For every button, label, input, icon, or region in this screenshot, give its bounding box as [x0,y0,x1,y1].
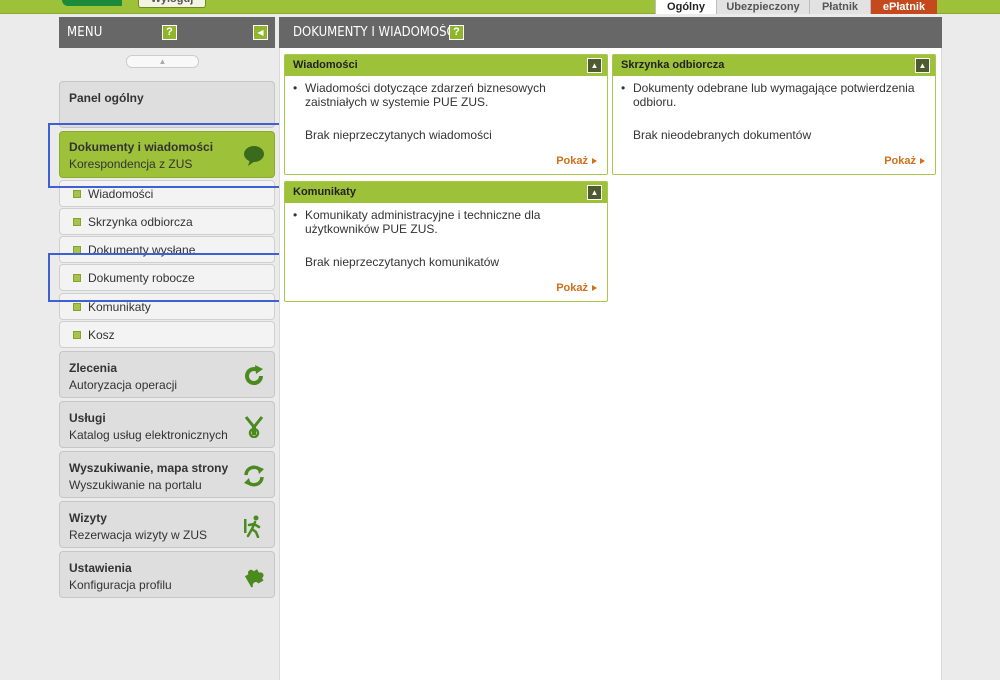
announcements-description: • Komunikaty administracyjne i techniczn… [293,208,597,236]
menu-panel-general-label: Panel ogólny [69,91,144,105]
scroll-up-button[interactable]: ▲ [126,55,199,68]
tab-platnik[interactable]: Płatnik [809,0,870,14]
menu-documents-subtitle: Korespondencja z ZUS [69,157,193,171]
submenu-announcements[interactable]: Komunikaty [59,293,275,320]
sync-icon [244,465,264,487]
tab-ubezpieczony[interactable]: Ubezpieczony [716,0,809,14]
menu-orders[interactable]: Zlecenia Autoryzacja operacji [59,351,275,398]
tab-ogolny[interactable]: Ogólny [655,0,716,14]
messages-panel-header: Wiadomości ▲ [285,55,607,76]
messages-empty-text: Brak nieprzeczytanych wiadomości [305,128,492,142]
collapse-panel-icon[interactable]: ▲ [587,58,602,73]
bullet-square [73,190,81,198]
menu-panel-general[interactable]: Panel ogólny [59,81,275,128]
show-link-label: Pokaż [556,155,588,167]
menu-visits-title: Wizyty [69,511,107,525]
inbox-panel: Skrzynka odbiorcza ▲ • Dokumenty odebran… [612,54,936,175]
arrow-right-icon [920,158,925,165]
refresh-arrow-icon [245,365,264,386]
submenu-sent-label: Dokumenty wysłane [88,243,196,257]
tab-eplatnik[interactable]: ePłatnik [870,0,937,14]
messages-panel: Wiadomości ▲ • Wiadomości dotyczące zdar… [284,54,608,175]
menu-services[interactable]: Usługi Katalog usług elektronicznych [59,401,275,448]
menu-documents-title: Dokumenty i wiadomości [69,140,214,154]
bullet-dot: • [293,208,298,222]
arrow-right-icon [592,285,597,292]
menu-services-subtitle: Katalog usług elektronicznych [69,428,228,442]
inbox-empty-text: Brak nieodebranych dokumentów [633,128,812,142]
collapse-menu-icon[interactable]: ◀ [253,25,268,40]
announcements-panel: Komunikaty ▲ • Komunikaty administracyjn… [284,181,608,302]
menu-orders-title: Zlecenia [69,361,118,375]
menu-search[interactable]: Wyszukiwanie, mapa strony Wyszukiwanie n… [59,451,275,498]
top-tabs: Ogólny Ubezpieczony Płatnik ePłatnik [655,0,937,14]
announcements-panel-title: Komunikaty [293,186,356,198]
bullet-dot: • [621,81,626,95]
walking-person-icon [244,515,261,538]
inbox-description: • Dokumenty odebrane lub wymagające potw… [621,81,925,109]
arrow-right-icon [592,158,597,165]
submenu-trash[interactable]: Kosz [59,321,275,348]
submenu-sent[interactable]: Dokumenty wysłane [59,236,275,263]
menu-settings-title: Ustawienia [69,561,132,575]
messages-description-text: Wiadomości dotyczące zdarzeń biznesowych… [305,81,546,109]
main-help-icon[interactable]: ? [449,25,464,40]
bullet-square [73,303,81,311]
messages-panel-title: Wiadomości [293,59,358,71]
submenu-messages[interactable]: Wiadomości [59,180,275,207]
logout-button[interactable]: Wyloguj [138,0,206,8]
menu-settings-subtitle: Konfiguracja profilu [69,578,172,592]
inbox-show-link[interactable]: Pokaż [884,155,925,167]
submenu-drafts-label: Dokumenty robocze [88,271,195,285]
menu-search-subtitle: Wyszukiwanie na portalu [69,478,202,492]
menu-title: MENU [67,25,103,40]
menu-documents[interactable]: Dokumenty i wiadomości Korespondencja z … [59,131,275,178]
submenu-trash-label: Kosz [88,328,115,342]
bullet-square [73,218,81,226]
menu-search-title: Wyszukiwanie, mapa strony [69,461,229,475]
inbox-panel-header: Skrzynka odbiorcza ▲ [613,55,935,76]
right-margin [943,17,1000,680]
bullet-square [73,331,81,339]
bullet-square [73,274,81,282]
submenu-drafts[interactable]: Dokumenty robocze [59,264,275,291]
submenu-messages-label: Wiadomości [88,187,154,201]
submenu-inbox-label: Skrzynka odbiorcza [88,215,193,229]
messages-show-link[interactable]: Pokaż [556,155,597,167]
menu-services-title: Usługi [69,411,106,425]
speech-bubble-icon [244,146,264,166]
puzzle-icon [244,569,264,588]
menu-header: MENU ? ◀ [59,17,275,48]
announcements-show-link[interactable]: Pokaż [556,282,597,294]
main-header: DOKUMENTY I WIADOMOŚCI ? [279,17,942,48]
zus-logo [62,0,122,6]
submenu-announcements-label: Komunikaty [88,300,151,314]
menu-orders-subtitle: Autoryzacja operacji [69,378,178,392]
collapse-panel-icon[interactable]: ▲ [915,58,930,73]
inbox-description-text: Dokumenty odebrane lub wymagające potwie… [633,81,915,109]
page-title: DOKUMENTY I WIADOMOŚCI [293,25,459,40]
tools-icon [244,416,264,438]
top-bar: Wyloguj Ogólny Ubezpieczony Płatnik ePła… [0,0,1000,14]
menu-visits[interactable]: Wizyty Rezerwacja wizyty w ZUS [59,501,275,548]
inbox-panel-title: Skrzynka odbiorcza [621,59,725,71]
menu-help-icon[interactable]: ? [162,25,177,40]
announcements-empty-text: Brak nieprzeczytanych komunikatów [305,255,500,269]
messages-description: • Wiadomości dotyczące zdarzeń biznesowy… [293,81,597,109]
announcements-panel-header: Komunikaty ▲ [285,182,607,203]
show-link-label: Pokaż [884,155,916,167]
bullet-dot: • [293,81,298,95]
menu-visits-subtitle: Rezerwacja wizyty w ZUS [69,528,208,542]
menu-settings[interactable]: Ustawienia Konfiguracja profilu [59,551,275,598]
show-link-label: Pokaż [556,282,588,294]
collapse-panel-icon[interactable]: ▲ [587,185,602,200]
announcements-description-text: Komunikaty administracyjne i techniczne … [305,208,541,236]
submenu-inbox[interactable]: Skrzynka odbiorcza [59,208,275,235]
bullet-square [73,246,81,254]
